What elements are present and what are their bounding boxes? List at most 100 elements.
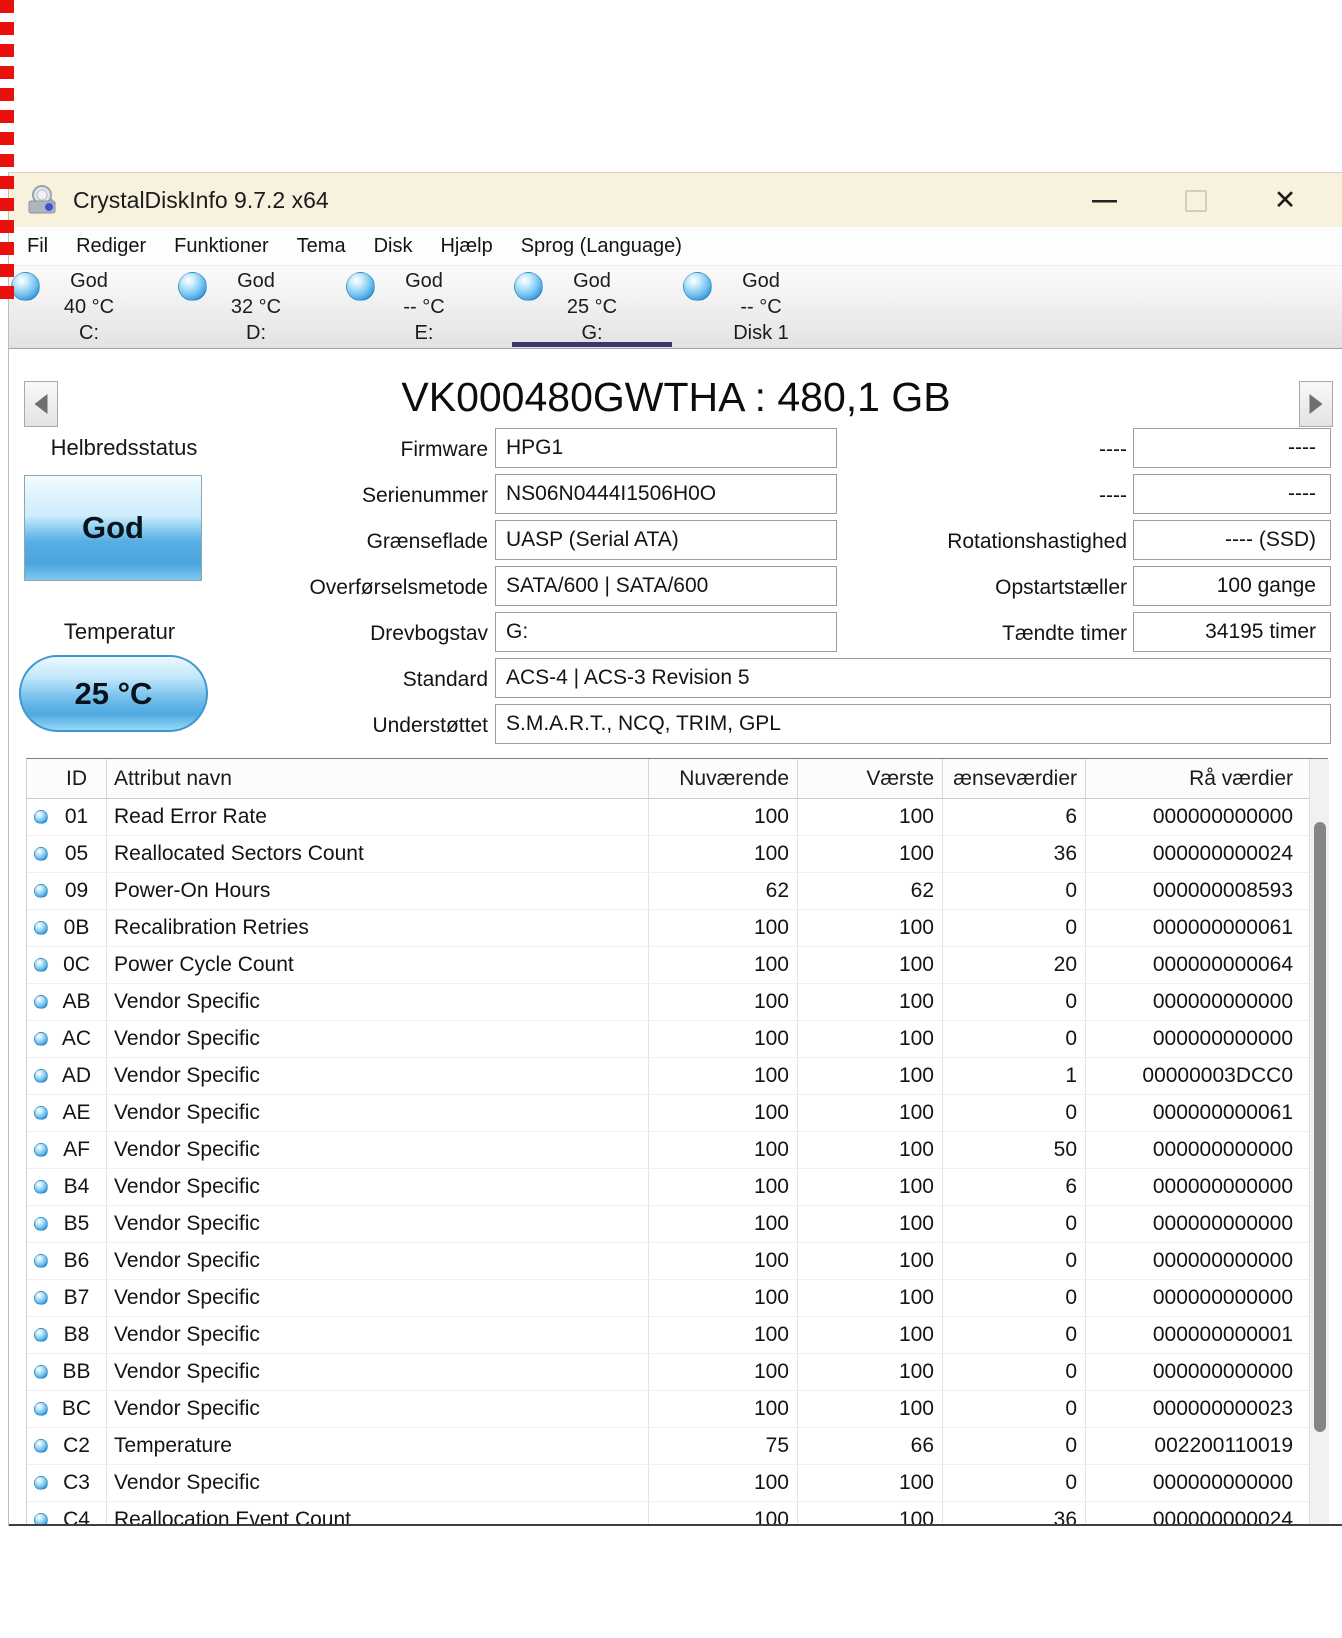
table-row-0C[interactable]: 0CPower Cycle Count10010020000000000064 [27, 947, 1309, 984]
drive-tab-g[interactable]: God25 °CG: [512, 266, 672, 348]
table-row-AE[interactable]: AEVendor Specific1001000000000000061 [27, 1095, 1309, 1132]
cell-attribute-name: Vendor Specific [106, 1206, 648, 1243]
column-divider [797, 984, 798, 1020]
red-dash-mark [0, 0, 14, 13]
cell-attribute-name: Vendor Specific [106, 1095, 648, 1132]
next-drive-button[interactable] [1299, 381, 1333, 427]
table-row-AB[interactable]: ABVendor Specific1001000000000000000 [27, 984, 1309, 1021]
field-label-right-3: Opstartstæller [809, 567, 1127, 609]
drive-tab-e[interactable]: God-- °CE: [344, 266, 504, 348]
cell-id: BB [47, 1354, 106, 1391]
menu-item-fil[interactable]: Fil [13, 227, 62, 265]
close-button[interactable]: ✕ [1262, 173, 1308, 227]
field-label-right-2: Rotationshastighed [809, 521, 1127, 563]
cell-id: AB [47, 984, 106, 1021]
field-value-underst-ttet: S.M.A.R.T., NCQ, TRIM, GPL [495, 704, 1331, 744]
previous-drive-button[interactable] [24, 381, 58, 427]
row-health-orb-icon [34, 995, 48, 1009]
menu-item-sprog-language-[interactable]: Sprog (Language) [507, 227, 696, 265]
cell-id: B5 [47, 1206, 106, 1243]
cell-value: 000000000000 [1085, 1354, 1309, 1391]
cell-value: 100 [797, 1391, 942, 1428]
cell-value: 100 [648, 1354, 797, 1391]
screenshot-cut-edge [9, 1524, 1342, 1526]
cell-attribute-name: Vendor Specific [106, 1058, 648, 1095]
cell-id: C3 [47, 1465, 106, 1502]
app-disk-icon [25, 184, 61, 216]
table-row-01[interactable]: 01Read Error Rate1001006000000000000 [27, 799, 1309, 836]
cell-value: 100 [797, 1465, 942, 1502]
vertical-scrollbar[interactable] [1309, 759, 1329, 1526]
menu-item-rediger[interactable]: Rediger [62, 227, 160, 265]
column-divider [942, 1058, 943, 1094]
table-row-C4[interactable]: C4Reallocation Event Count10010036000000… [27, 1502, 1309, 1526]
column-divider [942, 1132, 943, 1168]
scrollbar-thumb[interactable] [1314, 822, 1326, 1432]
cell-value: 000000000023 [1085, 1391, 1309, 1428]
column-divider [648, 1391, 649, 1427]
tab-drive-letter: C: [9, 320, 169, 346]
title-bar: CrystalDiskInfo 9.7.2 x64 — ✕ [9, 173, 1342, 227]
cell-value: 100 [797, 1317, 942, 1354]
table-row-C3[interactable]: C3Vendor Specific1001000000000000000 [27, 1465, 1309, 1502]
smart-attribute-table: IDAttribut navnNuværendeVærsteænseværdie… [26, 758, 1328, 1526]
menu-item-tema[interactable]: Tema [283, 227, 360, 265]
tab-temperature: 25 °C [512, 294, 672, 320]
column-divider [797, 836, 798, 872]
cell-id: 01 [47, 799, 106, 836]
left-arrow-icon [35, 394, 48, 414]
table-row-05[interactable]: 05Reallocated Sectors Count1001003600000… [27, 836, 1309, 873]
cell-value: 100 [648, 1021, 797, 1058]
drive-tab-c[interactable]: God40 °CC: [9, 266, 169, 348]
column-divider [942, 1206, 943, 1242]
column-divider [1085, 947, 1086, 983]
field-value-right-0: ---- [1133, 428, 1331, 468]
table-row-C2[interactable]: C2Temperature75660002200110019 [27, 1428, 1309, 1465]
minimize-button[interactable]: — [1081, 173, 1127, 227]
table-header-row: IDAttribut navnNuværendeVærsteænseværdie… [27, 759, 1309, 799]
table-row-AC[interactable]: ACVendor Specific1001000000000000000 [27, 1021, 1309, 1058]
menu-item-disk[interactable]: Disk [360, 227, 427, 265]
cell-value: 000000000024 [1085, 1502, 1309, 1526]
cell-id: 0C [47, 947, 106, 984]
table-row-B4[interactable]: B4Vendor Specific1001006000000000000 [27, 1169, 1309, 1206]
drive-tab-text: God40 °CC: [9, 268, 169, 346]
header-1: Attribut navn [106, 759, 648, 799]
column-divider [942, 1391, 943, 1427]
table-row-BC[interactable]: BCVendor Specific1001000000000000023 [27, 1391, 1309, 1428]
cell-value: 000000000000 [1085, 1243, 1309, 1280]
drive-tab-text: God25 °CG: [512, 268, 672, 346]
column-divider [106, 1095, 107, 1131]
table-row-B8[interactable]: B8Vendor Specific1001000000000000001 [27, 1317, 1309, 1354]
cell-value: 100 [648, 1280, 797, 1317]
table-row-09[interactable]: 09Power-On Hours62620000000008593 [27, 873, 1309, 910]
table-row-AF[interactable]: AFVendor Specific10010050000000000000 [27, 1132, 1309, 1169]
column-divider [797, 799, 798, 835]
cell-value: 100 [648, 1317, 797, 1354]
menu-item-hj-lp[interactable]: Hjælp [426, 227, 506, 265]
table-row-B6[interactable]: B6Vendor Specific1001000000000000000 [27, 1243, 1309, 1280]
table-row-0B[interactable]: 0BRecalibration Retries10010000000000000… [27, 910, 1309, 947]
column-divider [942, 910, 943, 946]
column-divider [106, 1243, 107, 1279]
column-divider [797, 1465, 798, 1501]
cell-value: 100 [648, 836, 797, 873]
cell-value: 000000000000 [1085, 1465, 1309, 1502]
field-label-right-1: ---- [809, 475, 1127, 517]
red-artifact-marks [0, 0, 14, 308]
table-row-BB[interactable]: BBVendor Specific1001000000000000000 [27, 1354, 1309, 1391]
cell-value: 000000008593 [1085, 873, 1309, 910]
drive-tab-text: God32 °CD: [176, 268, 336, 346]
drive-tab-disk1[interactable]: God-- °CDisk 1 [681, 266, 841, 348]
drive-tab-d[interactable]: God32 °CD: [176, 266, 336, 348]
cell-value: 0 [942, 984, 1085, 1021]
maximize-button[interactable] [1172, 173, 1218, 227]
row-health-orb-icon [34, 1180, 48, 1194]
table-row-AD[interactable]: ADVendor Specific100100100000003DCC0 [27, 1058, 1309, 1095]
menu-item-funktioner[interactable]: Funktioner [160, 227, 283, 265]
table-row-B5[interactable]: B5Vendor Specific1001000000000000000 [27, 1206, 1309, 1243]
header-3: Værste [797, 759, 942, 799]
cell-id: C2 [47, 1428, 106, 1465]
column-divider [106, 910, 107, 946]
table-row-B7[interactable]: B7Vendor Specific1001000000000000000 [27, 1280, 1309, 1317]
